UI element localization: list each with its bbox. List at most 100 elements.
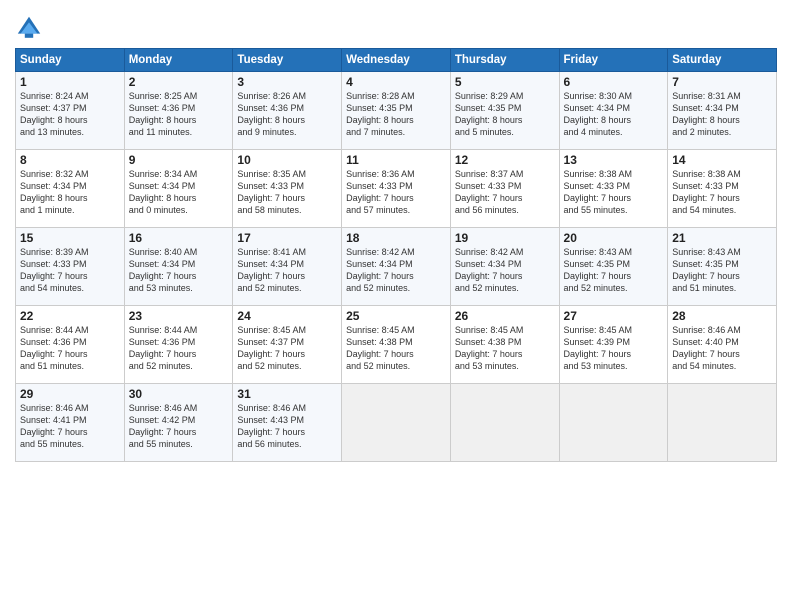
- page: SundayMondayTuesdayWednesdayThursdayFrid…: [0, 0, 792, 612]
- calendar-table: SundayMondayTuesdayWednesdayThursdayFrid…: [15, 48, 777, 462]
- logo: [15, 14, 45, 42]
- calendar-cell: 9Sunrise: 8:34 AMSunset: 4:34 PMDaylight…: [124, 150, 233, 228]
- calendar-cell: 25Sunrise: 8:45 AMSunset: 4:38 PMDayligh…: [342, 306, 451, 384]
- column-header-friday: Friday: [559, 49, 668, 72]
- day-number: 11: [346, 153, 446, 167]
- cell-info: Sunrise: 8:44 AMSunset: 4:36 PMDaylight:…: [20, 324, 120, 373]
- calendar-cell: 19Sunrise: 8:42 AMSunset: 4:34 PMDayligh…: [450, 228, 559, 306]
- column-header-sunday: Sunday: [16, 49, 125, 72]
- calendar-cell: 18Sunrise: 8:42 AMSunset: 4:34 PMDayligh…: [342, 228, 451, 306]
- cell-info: Sunrise: 8:41 AMSunset: 4:34 PMDaylight:…: [237, 246, 337, 295]
- calendar-body: 1Sunrise: 8:24 AMSunset: 4:37 PMDaylight…: [16, 72, 777, 462]
- calendar-cell: 29Sunrise: 8:46 AMSunset: 4:41 PMDayligh…: [16, 384, 125, 462]
- calendar-cell: 13Sunrise: 8:38 AMSunset: 4:33 PMDayligh…: [559, 150, 668, 228]
- calendar-cell: [668, 384, 777, 462]
- day-number: 15: [20, 231, 120, 245]
- cell-info: Sunrise: 8:30 AMSunset: 4:34 PMDaylight:…: [564, 90, 664, 139]
- calendar-cell: 1Sunrise: 8:24 AMSunset: 4:37 PMDaylight…: [16, 72, 125, 150]
- calendar-cell: [450, 384, 559, 462]
- day-number: 27: [564, 309, 664, 323]
- cell-info: Sunrise: 8:37 AMSunset: 4:33 PMDaylight:…: [455, 168, 555, 217]
- header: [15, 10, 777, 42]
- day-number: 1: [20, 75, 120, 89]
- column-header-tuesday: Tuesday: [233, 49, 342, 72]
- cell-info: Sunrise: 8:44 AMSunset: 4:36 PMDaylight:…: [129, 324, 229, 373]
- cell-info: Sunrise: 8:34 AMSunset: 4:34 PMDaylight:…: [129, 168, 229, 217]
- calendar-cell: 26Sunrise: 8:45 AMSunset: 4:38 PMDayligh…: [450, 306, 559, 384]
- cell-info: Sunrise: 8:31 AMSunset: 4:34 PMDaylight:…: [672, 90, 772, 139]
- day-number: 6: [564, 75, 664, 89]
- cell-info: Sunrise: 8:40 AMSunset: 4:34 PMDaylight:…: [129, 246, 229, 295]
- cell-info: Sunrise: 8:46 AMSunset: 4:40 PMDaylight:…: [672, 324, 772, 373]
- day-number: 8: [20, 153, 120, 167]
- cell-info: Sunrise: 8:36 AMSunset: 4:33 PMDaylight:…: [346, 168, 446, 217]
- calendar-cell: 30Sunrise: 8:46 AMSunset: 4:42 PMDayligh…: [124, 384, 233, 462]
- day-number: 16: [129, 231, 229, 245]
- column-header-monday: Monday: [124, 49, 233, 72]
- calendar-cell: 3Sunrise: 8:26 AMSunset: 4:36 PMDaylight…: [233, 72, 342, 150]
- day-number: 17: [237, 231, 337, 245]
- calendar-cell: 27Sunrise: 8:45 AMSunset: 4:39 PMDayligh…: [559, 306, 668, 384]
- day-number: 5: [455, 75, 555, 89]
- cell-info: Sunrise: 8:32 AMSunset: 4:34 PMDaylight:…: [20, 168, 120, 217]
- calendar-cell: 20Sunrise: 8:43 AMSunset: 4:35 PMDayligh…: [559, 228, 668, 306]
- calendar-cell: 23Sunrise: 8:44 AMSunset: 4:36 PMDayligh…: [124, 306, 233, 384]
- column-header-wednesday: Wednesday: [342, 49, 451, 72]
- day-number: 21: [672, 231, 772, 245]
- cell-info: Sunrise: 8:38 AMSunset: 4:33 PMDaylight:…: [564, 168, 664, 217]
- cell-info: Sunrise: 8:43 AMSunset: 4:35 PMDaylight:…: [672, 246, 772, 295]
- logo-icon: [15, 14, 43, 42]
- week-row-5: 29Sunrise: 8:46 AMSunset: 4:41 PMDayligh…: [16, 384, 777, 462]
- day-number: 24: [237, 309, 337, 323]
- day-number: 20: [564, 231, 664, 245]
- day-number: 9: [129, 153, 229, 167]
- cell-info: Sunrise: 8:25 AMSunset: 4:36 PMDaylight:…: [129, 90, 229, 139]
- day-number: 3: [237, 75, 337, 89]
- day-number: 12: [455, 153, 555, 167]
- calendar-cell: 10Sunrise: 8:35 AMSunset: 4:33 PMDayligh…: [233, 150, 342, 228]
- cell-info: Sunrise: 8:46 AMSunset: 4:43 PMDaylight:…: [237, 402, 337, 451]
- calendar-cell: 28Sunrise: 8:46 AMSunset: 4:40 PMDayligh…: [668, 306, 777, 384]
- day-number: 22: [20, 309, 120, 323]
- day-number: 23: [129, 309, 229, 323]
- cell-info: Sunrise: 8:42 AMSunset: 4:34 PMDaylight:…: [455, 246, 555, 295]
- cell-info: Sunrise: 8:26 AMSunset: 4:36 PMDaylight:…: [237, 90, 337, 139]
- day-number: 31: [237, 387, 337, 401]
- cell-info: Sunrise: 8:46 AMSunset: 4:42 PMDaylight:…: [129, 402, 229, 451]
- cell-info: Sunrise: 8:43 AMSunset: 4:35 PMDaylight:…: [564, 246, 664, 295]
- cell-info: Sunrise: 8:45 AMSunset: 4:38 PMDaylight:…: [346, 324, 446, 373]
- calendar-cell: 6Sunrise: 8:30 AMSunset: 4:34 PMDaylight…: [559, 72, 668, 150]
- cell-info: Sunrise: 8:38 AMSunset: 4:33 PMDaylight:…: [672, 168, 772, 217]
- calendar-cell: [342, 384, 451, 462]
- cell-info: Sunrise: 8:29 AMSunset: 4:35 PMDaylight:…: [455, 90, 555, 139]
- day-number: 25: [346, 309, 446, 323]
- day-number: 29: [20, 387, 120, 401]
- calendar-cell: [559, 384, 668, 462]
- day-number: 4: [346, 75, 446, 89]
- week-row-1: 1Sunrise: 8:24 AMSunset: 4:37 PMDaylight…: [16, 72, 777, 150]
- calendar-cell: 4Sunrise: 8:28 AMSunset: 4:35 PMDaylight…: [342, 72, 451, 150]
- column-header-thursday: Thursday: [450, 49, 559, 72]
- cell-info: Sunrise: 8:42 AMSunset: 4:34 PMDaylight:…: [346, 246, 446, 295]
- day-number: 30: [129, 387, 229, 401]
- calendar-cell: 15Sunrise: 8:39 AMSunset: 4:33 PMDayligh…: [16, 228, 125, 306]
- day-number: 19: [455, 231, 555, 245]
- calendar-cell: 2Sunrise: 8:25 AMSunset: 4:36 PMDaylight…: [124, 72, 233, 150]
- day-number: 18: [346, 231, 446, 245]
- cell-info: Sunrise: 8:35 AMSunset: 4:33 PMDaylight:…: [237, 168, 337, 217]
- calendar-cell: 22Sunrise: 8:44 AMSunset: 4:36 PMDayligh…: [16, 306, 125, 384]
- calendar-cell: 24Sunrise: 8:45 AMSunset: 4:37 PMDayligh…: [233, 306, 342, 384]
- day-number: 14: [672, 153, 772, 167]
- day-number: 26: [455, 309, 555, 323]
- calendar-cell: 5Sunrise: 8:29 AMSunset: 4:35 PMDaylight…: [450, 72, 559, 150]
- day-number: 7: [672, 75, 772, 89]
- week-row-2: 8Sunrise: 8:32 AMSunset: 4:34 PMDaylight…: [16, 150, 777, 228]
- calendar-cell: 16Sunrise: 8:40 AMSunset: 4:34 PMDayligh…: [124, 228, 233, 306]
- calendar-cell: 21Sunrise: 8:43 AMSunset: 4:35 PMDayligh…: [668, 228, 777, 306]
- calendar-cell: 11Sunrise: 8:36 AMSunset: 4:33 PMDayligh…: [342, 150, 451, 228]
- cell-info: Sunrise: 8:45 AMSunset: 4:38 PMDaylight:…: [455, 324, 555, 373]
- cell-info: Sunrise: 8:46 AMSunset: 4:41 PMDaylight:…: [20, 402, 120, 451]
- cell-info: Sunrise: 8:28 AMSunset: 4:35 PMDaylight:…: [346, 90, 446, 139]
- calendar-cell: 17Sunrise: 8:41 AMSunset: 4:34 PMDayligh…: [233, 228, 342, 306]
- calendar-cell: 8Sunrise: 8:32 AMSunset: 4:34 PMDaylight…: [16, 150, 125, 228]
